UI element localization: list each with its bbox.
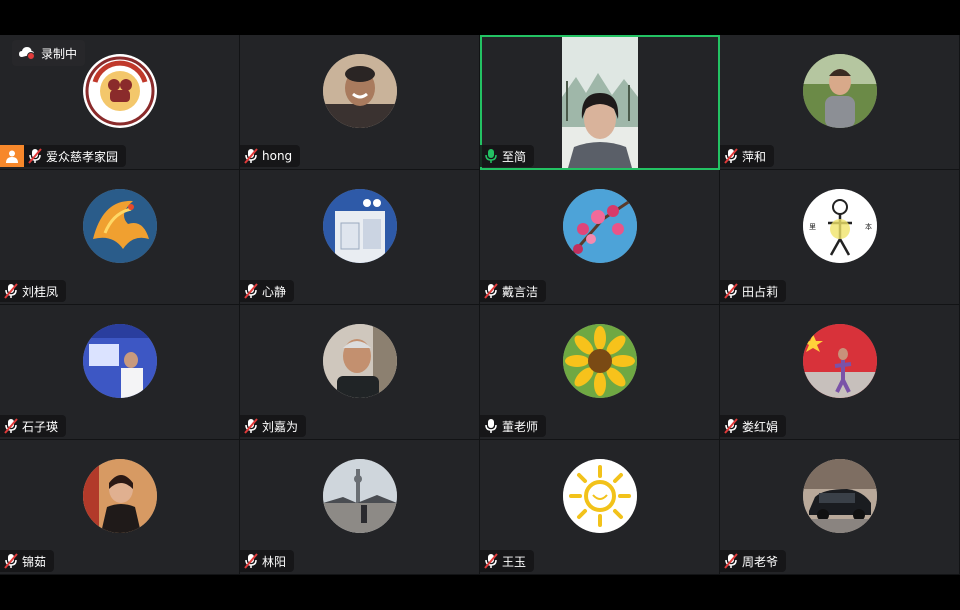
participant-name-label: 戴言洁	[480, 280, 547, 302]
microphone-muted-icon[interactable]	[724, 283, 738, 299]
participant-tile[interactable]: 娄红娟	[720, 305, 960, 440]
participant-name-label: 锦茹	[0, 550, 55, 572]
participant-name-label: 爱众慈孝家园	[24, 145, 127, 167]
participant-name-label: 心静	[240, 280, 295, 302]
participant-name: 田占莉	[742, 284, 779, 299]
participant-avatar	[562, 459, 637, 533]
participant-name-label: 萍和	[720, 145, 775, 167]
participant-tile[interactable]: 林阳	[240, 440, 480, 575]
recording-indicator[interactable]: 录制中	[12, 40, 86, 66]
participant-name-label: 石子瑛	[0, 415, 67, 437]
microphone-muted-icon[interactable]	[28, 148, 42, 164]
microphone-muted-icon[interactable]	[484, 553, 498, 569]
participant-tile[interactable]: 心静	[240, 170, 480, 305]
participant-name-label: 田占莉	[720, 280, 787, 302]
participant-tile[interactable]: 董老师	[480, 305, 720, 440]
participant-tile[interactable]: 石子瑛	[0, 305, 240, 440]
participant-name: 至简	[502, 149, 527, 164]
participant-name-label: 王玉	[480, 550, 535, 572]
svg-text:本: 本	[865, 222, 872, 231]
participant-tile[interactable]: 至简	[480, 35, 720, 170]
participant-tile[interactable]: 戴言洁	[480, 170, 720, 305]
cloud-recording-icon	[19, 47, 35, 60]
microphone-muted-icon[interactable]	[244, 148, 258, 164]
participant-name: 石子瑛	[22, 419, 59, 434]
participant-name-label: hong	[240, 145, 301, 167]
participant-name: hong	[262, 149, 293, 163]
participant-avatar	[322, 459, 397, 533]
participant-name: 刘嘉为	[262, 419, 299, 434]
participant-avatar	[802, 54, 877, 128]
participant-grid: 爱众慈孝家园 hong 至简 萍和 刘桂凤 心静 戴言洁里本田占莉 石子瑛 刘嘉为 董老师 娄红娟锦…	[0, 35, 960, 575]
recording-label: 录制中	[41, 46, 78, 61]
microphone-on-icon[interactable]	[484, 148, 498, 164]
participant-tile[interactable]: 锦茹	[0, 440, 240, 575]
participant-avatar	[802, 459, 877, 533]
microphone-muted-icon[interactable]	[244, 553, 258, 569]
participant-avatar	[562, 324, 637, 398]
participant-video	[562, 37, 638, 168]
microphone-muted-icon[interactable]	[244, 283, 258, 299]
participant-name-label: 至简	[480, 145, 535, 167]
participant-name: 周老爷	[742, 554, 779, 569]
participant-name: 心静	[262, 284, 287, 299]
participant-name: 王玉	[502, 554, 527, 569]
microphone-icon[interactable]	[484, 418, 498, 434]
participant-name-label: 董老师	[480, 415, 547, 437]
participant-avatar	[82, 459, 157, 533]
participant-tile[interactable]: 周老爷	[720, 440, 960, 575]
participant-name-label: 刘桂凤	[0, 280, 67, 302]
participant-name: 爱众慈孝家园	[46, 149, 119, 164]
participant-avatar	[322, 54, 397, 128]
participant-tile[interactable]: 里本田占莉	[720, 170, 960, 305]
participant-name-label: 刘嘉为	[240, 415, 307, 437]
participant-tile[interactable]: 王玉	[480, 440, 720, 575]
microphone-muted-icon[interactable]	[4, 283, 18, 299]
participant-tile[interactable]: 萍和	[720, 35, 960, 170]
participant-name: 萍和	[742, 149, 767, 164]
microphone-muted-icon[interactable]	[724, 418, 738, 434]
participant-avatar	[82, 54, 157, 128]
microphone-muted-icon[interactable]	[724, 553, 738, 569]
participant-tile[interactable]: hong	[240, 35, 480, 170]
microphone-muted-icon[interactable]	[484, 283, 498, 299]
participant-avatar	[322, 324, 397, 398]
microphone-muted-icon[interactable]	[4, 418, 18, 434]
participant-avatar	[322, 189, 397, 263]
participant-name: 戴言洁	[502, 284, 539, 299]
participant-name-label: 娄红娟	[720, 415, 787, 437]
participant-avatar	[82, 189, 157, 263]
participant-name-label: 林阳	[240, 550, 295, 572]
participant-avatar: 里本	[802, 189, 877, 263]
participant-name: 刘桂凤	[22, 284, 59, 299]
participant-name: 林阳	[262, 554, 287, 569]
participant-name: 董老师	[502, 419, 539, 434]
participant-avatar	[562, 189, 637, 263]
participant-name-label: 周老爷	[720, 550, 787, 572]
participant-tile[interactable]: 刘桂凤	[0, 170, 240, 305]
microphone-muted-icon[interactable]	[244, 418, 258, 434]
microphone-muted-icon[interactable]	[724, 148, 738, 164]
participant-avatar	[802, 324, 877, 398]
participant-avatar	[82, 324, 157, 398]
participant-name: 锦茹	[22, 554, 47, 569]
participant-tile[interactable]: 刘嘉为	[240, 305, 480, 440]
microphone-muted-icon[interactable]	[4, 553, 18, 569]
participant-name: 娄红娟	[742, 419, 779, 434]
host-icon	[0, 145, 24, 167]
svg-text:里: 里	[809, 223, 816, 231]
